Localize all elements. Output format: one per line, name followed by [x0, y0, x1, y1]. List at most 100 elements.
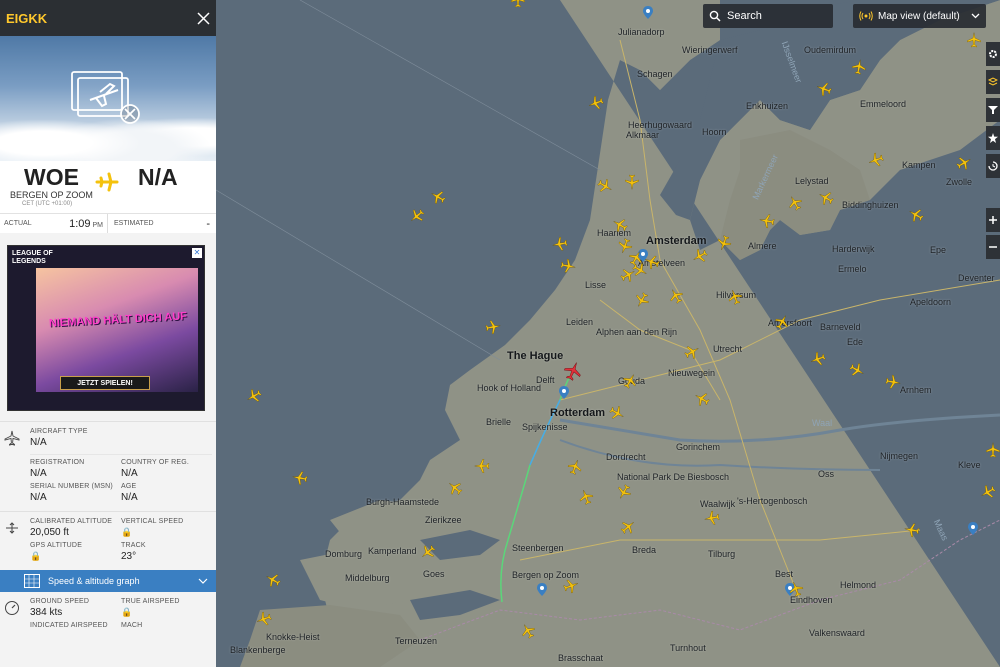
city-amsterdam: Amsterdam	[646, 235, 707, 247]
city-nijmegen: Nijmegen	[880, 451, 919, 461]
aircraft-icon[interactable]	[510, 0, 526, 8]
city-den-bosch: 's-Hertogenbosch	[737, 496, 808, 506]
settings-button[interactable]	[986, 42, 1000, 66]
playback-button[interactable]	[986, 154, 1000, 178]
city-turnhout: Turnhout	[670, 643, 706, 653]
ground-speed-value: 384 kts	[30, 607, 63, 618]
city-utrecht: Utrecht	[713, 344, 743, 354]
aircraft-icon[interactable]	[903, 521, 922, 540]
airport-pin-icon[interactable]	[537, 583, 547, 596]
ad-cta-button[interactable]: JETZT SPIELEN!	[60, 376, 150, 390]
city-valkenswaard: Valkenswaard	[809, 628, 865, 638]
ad-artwork	[36, 268, 198, 392]
search-input[interactable]	[727, 10, 823, 22]
city-kampen: Kampen	[902, 160, 936, 170]
estimated-time: -	[206, 217, 210, 230]
close-icon[interactable]	[197, 11, 210, 25]
advertisement[interactable]: LEAGUE OF LEGENDS NIEMAND HÄLT DICH AUF …	[7, 245, 205, 411]
city-the-hague: The Hague	[507, 350, 564, 362]
city-arnhem: Arnhem	[900, 385, 932, 395]
aircraft-icon[interactable]	[551, 235, 570, 254]
favorites-button[interactable]	[986, 126, 1000, 150]
origin-code[interactable]: WOE	[24, 164, 79, 191]
city-knokke: Knokke-Heist	[266, 632, 320, 642]
route-plane-icon	[92, 167, 122, 197]
city-alkmaar: Alkmaar	[626, 130, 660, 140]
city-epe: Epe	[930, 245, 947, 255]
city-biesbosch: National Park De Biesbosch	[617, 472, 730, 482]
city-hook-of-holland: Hook of Holland	[477, 383, 542, 393]
airport-pin-icon[interactable]	[559, 386, 569, 399]
vertical-speed-label: VERTICAL SPEED	[121, 518, 184, 525]
speed-altitude-graph-toggle[interactable]: Speed & altitude graph	[0, 570, 216, 592]
aircraft-section: AIRCRAFT TYPE N/A REGISTRATION N/A COUNTRY…	[0, 421, 216, 511]
flight-info-panel: EIGKK WOE N/A BERGEN OP ZOOM CET (UTC +0…	[0, 0, 216, 667]
aircraft-type-label: AIRCRAFT TYPE	[30, 428, 88, 435]
chevron-down-icon	[971, 13, 980, 19]
indicated-airspeed-label: INDICATED AIRSPEED	[30, 622, 108, 629]
msn-label: SERIAL NUMBER (MSN)	[30, 483, 113, 490]
city-biddinghuizen: Biddinghuizen	[842, 200, 899, 210]
msn-value: N/A	[30, 492, 47, 503]
city-goes: Goes	[423, 569, 445, 579]
lock-icon[interactable]: 🔒	[30, 551, 121, 562]
map-view-dropdown[interactable]: Map view (default)	[853, 4, 986, 28]
ad-close-icon[interactable]: ✕	[192, 248, 202, 258]
city-kamperland: Kamperland	[368, 546, 417, 556]
search-icon	[709, 10, 721, 22]
no-photo-icon	[71, 71, 140, 124]
aircraft-icon[interactable]	[758, 212, 777, 231]
aircraft-icon[interactable]	[703, 509, 722, 528]
city-oss: Oss	[818, 469, 835, 479]
city-lelystad: Lelystad	[795, 176, 829, 186]
aircraft-icon[interactable]	[474, 458, 490, 474]
calibrated-altitude-label: CALIBRATED ALTITUDE	[30, 518, 113, 525]
airport-pin-icon[interactable]	[643, 6, 653, 19]
airport-pin-icon[interactable]	[968, 522, 978, 535]
city-domburg: Domburg	[325, 549, 363, 559]
layers-button[interactable]	[986, 70, 1000, 94]
altitude-icon	[6, 522, 18, 534]
city-kleve: Kleve	[958, 460, 981, 470]
city-waalwijk: Waalwijk	[700, 499, 736, 509]
estimated-label: ESTIMATED	[114, 220, 154, 227]
aircraft-icon[interactable]	[624, 174, 640, 190]
true-airspeed-label: TRUE AIRSPEED	[121, 598, 180, 605]
destination-code: N/A	[138, 164, 178, 190]
zoom-out-button[interactable]	[986, 235, 1000, 259]
city-apeldoorn: Apeldoorn	[910, 297, 952, 307]
filter-button[interactable]	[986, 98, 1000, 122]
aircraft-icon[interactable]	[850, 58, 869, 77]
map-view-label: Map view (default)	[878, 10, 960, 22]
aircraft-icon[interactable]	[884, 373, 903, 392]
city-heerhugowaard: Heerhugowaard	[628, 120, 693, 130]
city-breda: Breda	[632, 545, 657, 555]
ad-logo: LEAGUE OF LEGENDS	[12, 250, 53, 266]
lock-icon[interactable]: 🔒	[121, 607, 212, 618]
city-ermelo: Ermelo	[838, 264, 867, 274]
city-deventer: Deventer	[958, 273, 995, 283]
gear-icon	[989, 50, 997, 58]
aircraft-icon[interactable]	[291, 469, 310, 488]
country-value: N/A	[121, 468, 138, 479]
city-zierikzee: Zierikzee	[425, 515, 462, 525]
city-schagen: Schagen	[637, 69, 673, 79]
city-middelburg: Middelburg	[345, 573, 390, 583]
city-brielle: Brielle	[486, 417, 512, 427]
city-leiden: Leiden	[566, 317, 594, 327]
origin-name: BERGEN OP ZOOM	[10, 190, 93, 200]
lock-icon[interactable]: 🔒	[121, 527, 212, 538]
city-oudemirdum: Oudemirdum	[804, 45, 857, 55]
filter-icon	[988, 106, 998, 114]
zoom-in-button[interactable]	[986, 208, 1000, 232]
aircraft-icon[interactable]	[985, 442, 1000, 458]
aircraft-icon[interactable]	[559, 257, 578, 276]
city-steenbergen: Steenbergen	[512, 543, 564, 553]
speed-section: GROUND SPEED 384 kts TRUE AIRSPEED 🔒 INDIC…	[0, 592, 216, 637]
city-best: Best	[775, 569, 794, 579]
aircraft-icon[interactable]	[966, 32, 982, 48]
ground-speed-label: GROUND SPEED	[30, 598, 90, 605]
search-box[interactable]	[703, 4, 833, 28]
ad-logo-line2: LEGENDS	[12, 258, 46, 265]
aircraft-icon[interactable]	[484, 318, 503, 337]
